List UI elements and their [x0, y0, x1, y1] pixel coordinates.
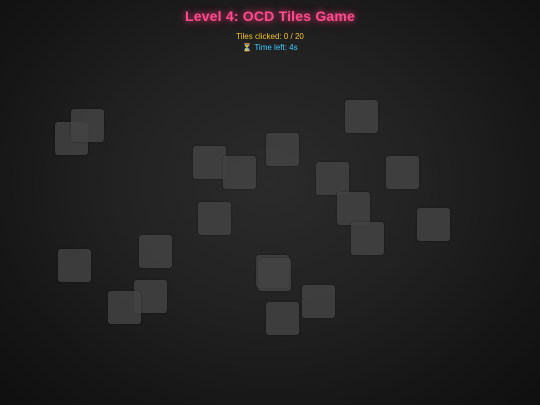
tile[interactable] — [58, 249, 91, 282]
tile[interactable] — [71, 109, 104, 142]
tile[interactable] — [386, 156, 419, 189]
time-left-label: Time left: 4s — [254, 43, 298, 52]
time-left: ⏳ Time left: 4s — [0, 43, 540, 52]
tile[interactable] — [108, 291, 141, 324]
tiles-clicked-counter: Tiles clicked: 0 / 20 — [236, 32, 304, 41]
tile[interactable] — [345, 100, 378, 133]
tile[interactable] — [266, 133, 299, 166]
tile[interactable] — [266, 302, 299, 335]
tile[interactable] — [193, 146, 226, 179]
tile[interactable] — [302, 285, 335, 318]
tile[interactable] — [351, 222, 384, 255]
tile[interactable] — [139, 235, 172, 268]
game-title: Level 4: OCD Tiles Game — [184, 8, 356, 24]
tile[interactable] — [198, 202, 231, 235]
tile[interactable] — [337, 192, 370, 225]
tile[interactable] — [316, 162, 349, 195]
tile[interactable] — [223, 156, 256, 189]
tile[interactable] — [258, 258, 291, 291]
tile[interactable] — [417, 208, 450, 241]
hourglass-icon: ⏳ — [242, 43, 253, 52]
